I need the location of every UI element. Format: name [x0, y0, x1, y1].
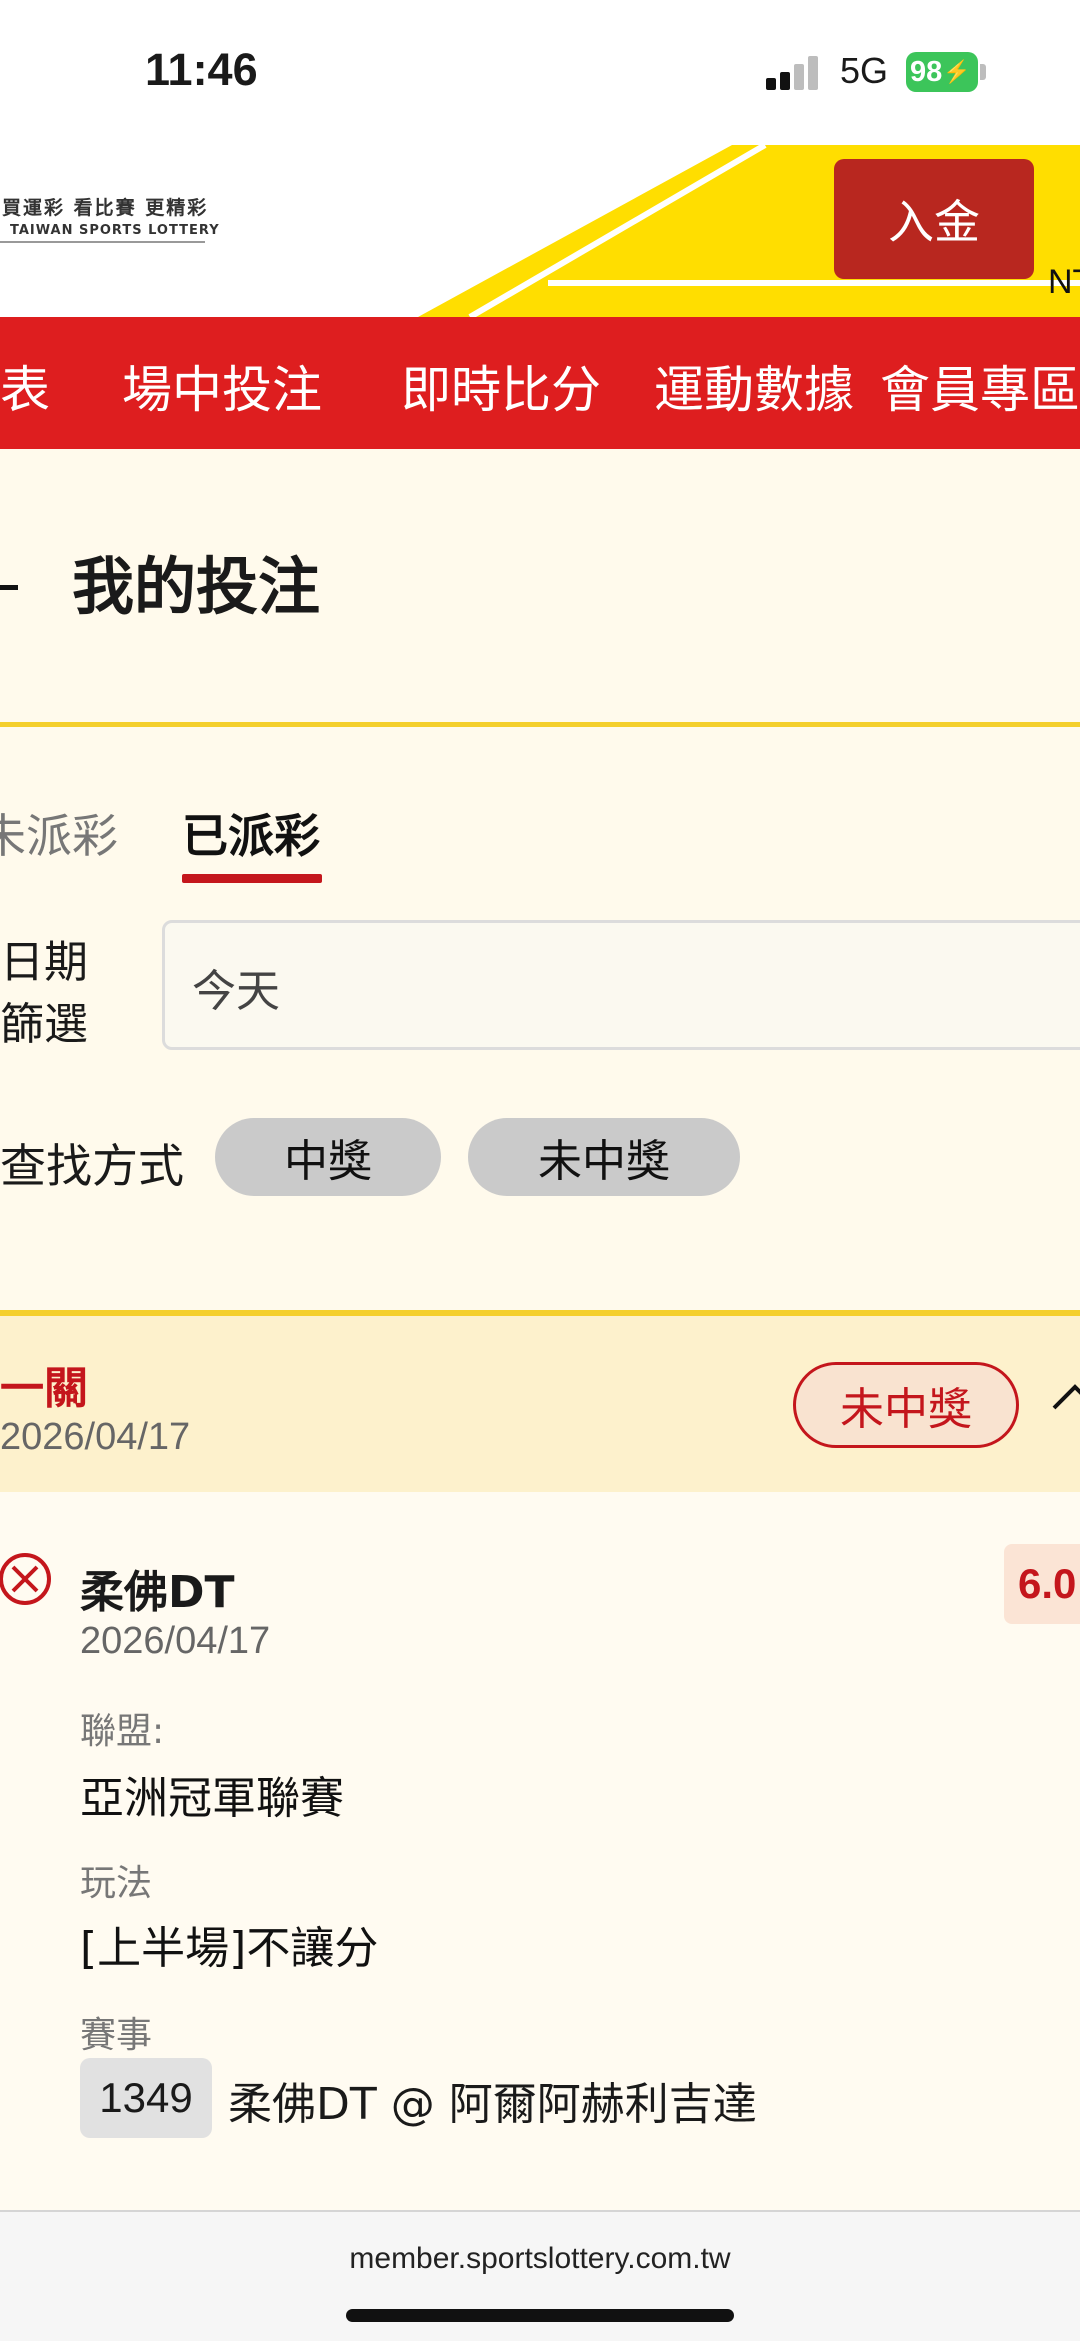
logo-slogan[interactable]: 買運彩 看比賽 更精彩: [2, 193, 208, 220]
title-divider: [0, 722, 1080, 727]
battery-cap: [980, 64, 986, 80]
currency-label: NT: [1048, 263, 1080, 301]
play-value: [上半場]不讓分: [80, 1923, 379, 1974]
active-tab-indicator: [182, 874, 322, 883]
battery-level: 98: [910, 55, 943, 88]
bet-type: 一關: [0, 1363, 88, 1414]
nav-item-live-scores[interactable]: 即時比分: [401, 350, 601, 422]
deposit-button[interactable]: 入金: [834, 159, 1034, 279]
nav-item-live-betting[interactable]: 場中投注: [122, 350, 322, 422]
bet-date: 2026/04/17: [0, 1416, 191, 1458]
nav-item-sports-data[interactable]: 運動數據: [654, 350, 854, 422]
signal-icon: [766, 56, 822, 90]
league-label: 聯盟:: [80, 1711, 165, 1752]
league-value: 亞洲冠軍聯賽: [80, 1773, 344, 1824]
nav-item-member-area[interactable]: 會員專區: [880, 350, 1080, 422]
filter-chip-lose[interactable]: 未中獎: [468, 1118, 740, 1196]
back-icon[interactable]: [0, 585, 18, 590]
date-filter-value: 今天: [192, 966, 280, 1017]
main-nav: 表 場中投注 即時比分 運動數據 會員專區: [0, 317, 1080, 449]
date-filter-select[interactable]: [162, 920, 1080, 1050]
site-header: 買運彩 看比賽 更精彩 TAIWAN SPORTS LOTTERY 入金 NT: [0, 145, 1080, 317]
page-title: 我的投注: [72, 550, 321, 623]
event-label: 賽事: [80, 2015, 153, 2056]
tab-unsettled[interactable]: 未派彩: [0, 800, 118, 866]
battery-icon: 98 ⚡: [906, 52, 978, 92]
filter-chip-win[interactable]: 中獎: [215, 1118, 441, 1196]
selection-date: 2026/04/17: [80, 1620, 271, 1662]
status-time: 11:46: [145, 44, 258, 95]
chevron-up-icon[interactable]: [1050, 1372, 1080, 1422]
date-filter-label: 日期: [0, 937, 88, 988]
event-number: 1349: [80, 2058, 212, 2138]
date-filter-label-line2: 篩選: [0, 999, 88, 1050]
logo-wordmark[interactable]: TAIWAN SPORTS LOTTERY: [10, 223, 220, 238]
event-match: 柔佛DT @ 阿爾阿赫利吉達: [228, 2079, 757, 2130]
result-badge: 未中獎: [793, 1362, 1019, 1448]
play-label: 玩法: [80, 1863, 153, 1904]
url-text[interactable]: member.sportslottery.com.tw: [0, 2242, 1080, 2276]
search-method-label: 查找方式: [0, 1139, 184, 1193]
logo-divider: [0, 241, 205, 243]
network-type: 5G: [840, 50, 889, 91]
lose-icon: [0, 1553, 51, 1605]
tab-settled[interactable]: 已派彩: [182, 800, 320, 866]
nav-item-schedule[interactable]: 表: [0, 350, 50, 422]
selection-name: 柔佛DT: [80, 1567, 235, 1618]
home-indicator[interactable]: [346, 2309, 734, 2322]
odds-value: 6.0: [1018, 1560, 1077, 1607]
